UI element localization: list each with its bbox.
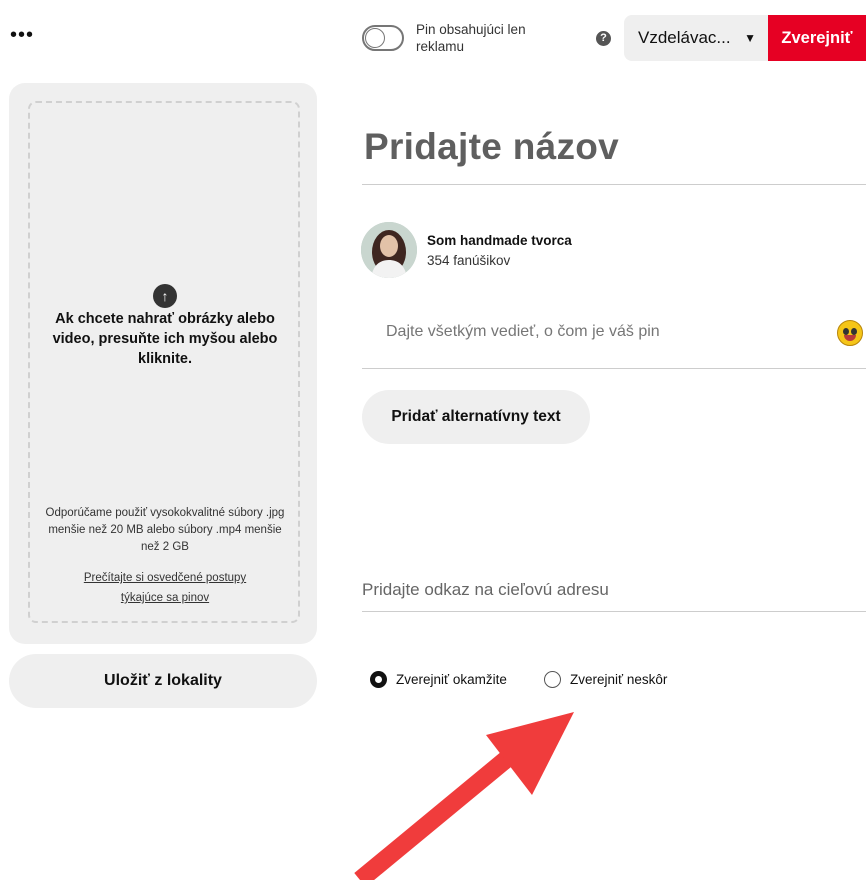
add-alt-text-button[interactable]: Pridať alternatívny text [362, 390, 590, 444]
description-underline [362, 368, 866, 369]
upload-file-hint: Odporúčame použiť vysokokvalitné súbory … [45, 507, 285, 553]
description-input[interactable]: Dajte všetkým vedieť, o čom je váš pin [386, 323, 660, 341]
emoji-eye [843, 328, 849, 335]
save-from-site-button[interactable]: Uložiť z lokality [9, 654, 317, 708]
title-input[interactable]: Pridajte názov [364, 126, 619, 168]
publish-later-label[interactable]: Zverejniť neskôr [570, 672, 667, 687]
emoji-picker-icon[interactable] [837, 320, 863, 346]
best-practices-link[interactable]: Prečítajte si osvedčené postupy týkajúce… [65, 568, 265, 608]
chevron-down-icon: ▼ [744, 31, 756, 45]
user-name: Som handmade tvorca [427, 233, 572, 248]
ad-only-toggle[interactable] [362, 25, 404, 51]
upload-arrow-icon: ↑ [153, 284, 177, 308]
link-underline [362, 611, 866, 612]
upload-panel: ↑ Ak chcete nahrať obrázky alebo video, … [9, 83, 317, 644]
publish-button[interactable]: Zverejniť [768, 15, 866, 61]
ad-only-label: Pin obsahujúci len reklamu [416, 22, 526, 54]
destination-link-input[interactable]: Pridajte odkaz na cieľovú adresu [362, 580, 609, 600]
publish-now-label[interactable]: Zverejniť okamžite [396, 672, 507, 687]
publish-later-radio[interactable] [544, 671, 561, 688]
avatar [361, 222, 417, 278]
user-followers: 354 fanúšikov [427, 253, 511, 268]
board-select[interactable]: Vzdelávac... ▼ [624, 15, 768, 61]
help-icon[interactable]: ? [596, 31, 611, 46]
more-options-icon[interactable]: ••• [10, 25, 34, 45]
board-select-value: Vzdelávac... [638, 28, 731, 47]
emoji-eye [851, 328, 857, 335]
emoji-mouth [844, 335, 856, 341]
upload-instructions: Ak chcete nahrať obrázky alebo video, pr… [52, 311, 278, 367]
title-underline [362, 184, 866, 185]
toggle-knob [365, 28, 385, 48]
pin-builder-page: ••• Pin obsahujúci len reklamu ? Vzdeláv… [0, 0, 866, 880]
avatar-portrait-icon [361, 222, 417, 278]
publish-now-radio[interactable] [370, 671, 387, 688]
